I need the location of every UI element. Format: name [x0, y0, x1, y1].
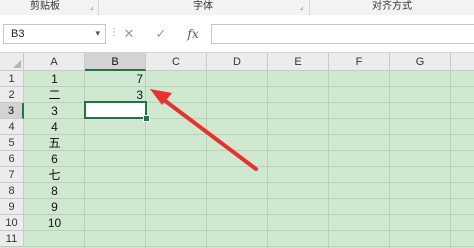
font-launcher-icon[interactable]: ⌟ [298, 3, 305, 11]
name-box-value: B3 [11, 28, 25, 40]
font-group-label: 字体 [193, 1, 213, 12]
formula-bar: B3 ▾ ⋮ ✕ ✓ fx [0, 15, 474, 53]
arrow-shaft [158, 95, 258, 171]
clipboard-launcher-icon[interactable]: ⌟ [88, 3, 95, 11]
cancel-icon[interactable]: ✕ [118, 24, 140, 44]
ribbon-group-labels: 剪贴板 ⌟ 字体 ⌟ 对齐方式 [0, 0, 474, 16]
drag-handle-icon[interactable]: ⋮ [109, 27, 119, 41]
annotation-arrow-icon [150, 89, 258, 171]
formula-input[interactable] [211, 24, 474, 44]
clipboard-group-label: 剪贴板 [30, 1, 60, 12]
alignment-group-label: 对齐方式 [372, 1, 412, 12]
confirm-icon[interactable]: ✓ [150, 24, 172, 44]
chevron-down-icon[interactable]: ▾ [95, 28, 100, 39]
worksheet-grid: A B C D E F G 1 2 3 4 5 6 7 8 9 10 11 1 … [0, 53, 474, 248]
insert-function-icon[interactable]: fx [182, 24, 204, 44]
name-box[interactable]: B3 ▾ [3, 24, 106, 44]
